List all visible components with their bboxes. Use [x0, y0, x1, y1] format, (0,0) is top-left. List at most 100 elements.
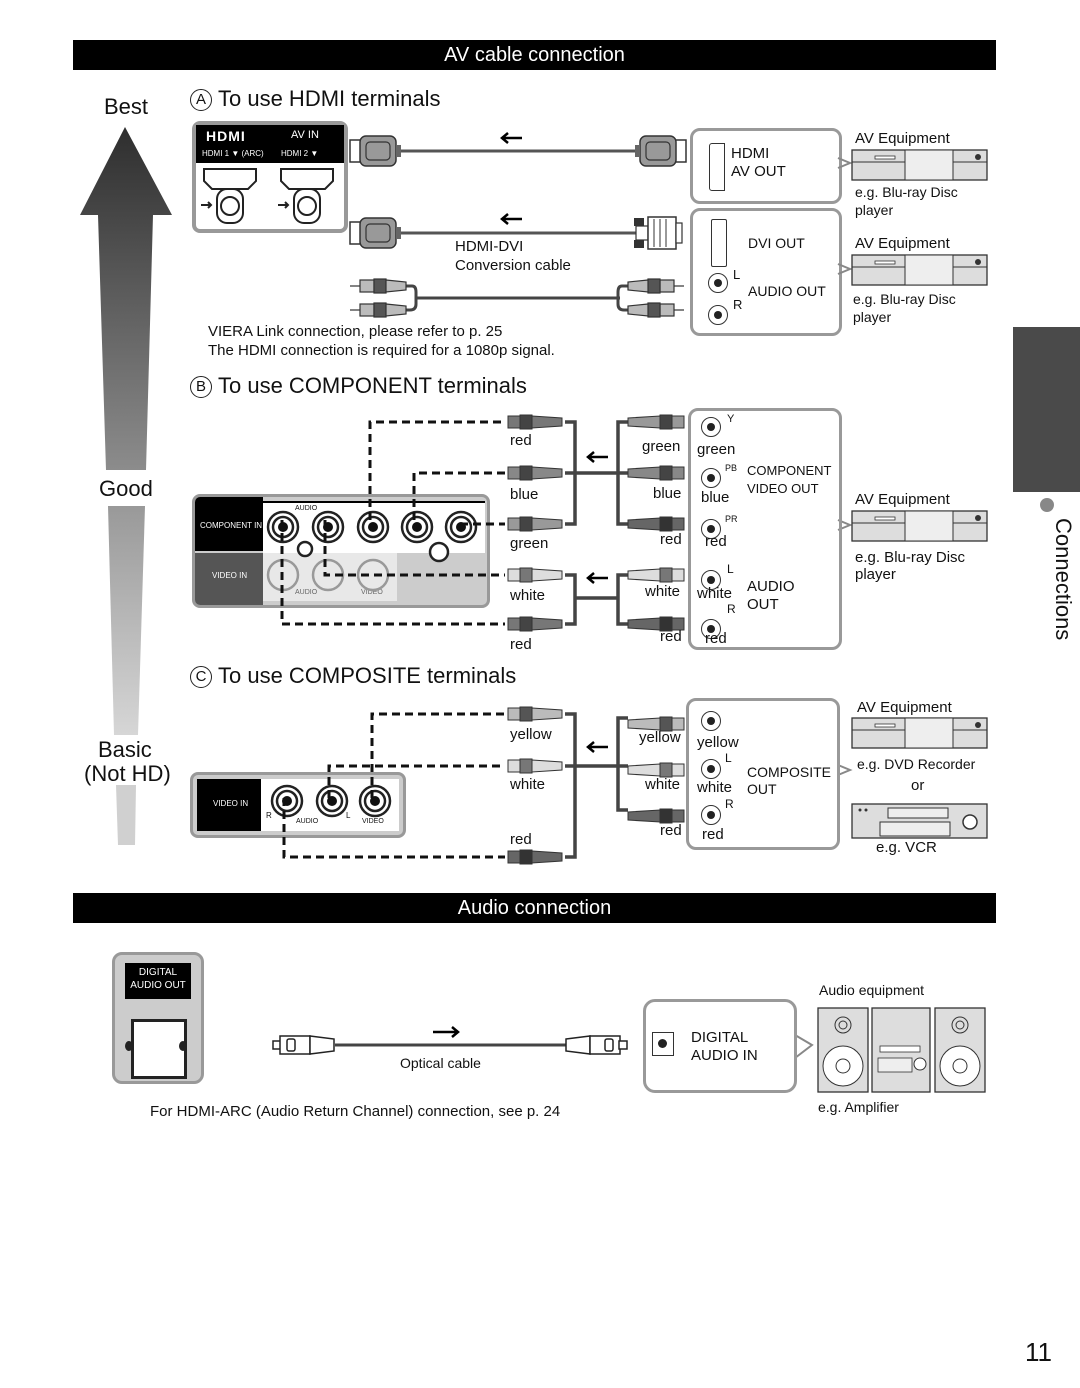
equip-c-title: AV Equipment — [857, 699, 952, 716]
tv-component-panel: COMPONENT IN VIDEO IN AUDIO AUDIO VIDEO — [192, 494, 490, 608]
c-right-label: white — [645, 776, 681, 793]
direction-arrow-icon — [500, 132, 522, 144]
arrow-tail-segment — [116, 785, 136, 845]
direction-arrow-icon — [500, 213, 522, 225]
not-hd-label: (Not HD) — [84, 761, 171, 786]
hdmi2-port-icon — [278, 168, 334, 224]
pb-jack-icon — [701, 468, 721, 488]
vcr-icon — [851, 803, 988, 839]
b-right-label: red — [660, 628, 682, 645]
y-jack-icon — [701, 417, 721, 437]
dvi-port-icon — [711, 219, 727, 267]
equip-c-or: or — [911, 777, 925, 794]
equip-b-title: AV Equipment — [855, 491, 950, 508]
section-c-title: C To use COMPOSITE terminals — [190, 663, 516, 689]
audio-l-jack-icon — [701, 759, 721, 779]
section-a-title-text: To use HDMI terminals — [218, 86, 441, 111]
dvi-audio-out-box: DVI OUT L R AUDIO OUT — [690, 208, 842, 336]
digital-label: DIGITAL — [138, 967, 178, 978]
pr-mark: PR — [725, 514, 738, 524]
jack-label: red — [705, 533, 727, 550]
jack-label: green — [697, 441, 736, 458]
b-right-label: green — [642, 438, 681, 455]
composite-label: COMPOSITE — [747, 764, 832, 780]
section-c-title-text: To use COMPOSITE terminals — [218, 663, 517, 688]
section-a-title: A To use HDMI terminals — [190, 86, 441, 112]
direction-arrow-icon — [433, 1026, 460, 1038]
audio-equipment-title: Audio equipment — [819, 982, 925, 998]
l-mark: L — [725, 751, 732, 765]
pb-mark: PB — [725, 463, 738, 473]
equip-c-eg2: e.g. VCR — [876, 839, 937, 856]
tv-composite-panel: VIDEO IN AUDIO VIDEO R L — [190, 772, 406, 838]
jack-label: yellow — [697, 734, 739, 751]
av-out-label: AV OUT — [731, 163, 786, 180]
b-left-label: white — [510, 587, 546, 604]
audio-l-jack-icon — [708, 273, 728, 293]
audio-out-label: AUDIO OUT — [130, 980, 186, 991]
c-left-label: white — [510, 776, 546, 793]
audio-in-label: AUDIO IN — [691, 1047, 758, 1064]
jack-label: blue — [701, 489, 730, 506]
arrow-head — [80, 127, 172, 470]
component-out-box: Y PB PR L R green blue red white red COM… — [688, 408, 842, 650]
direction-arrow-icon — [586, 741, 608, 753]
digital-label: DIGITAL — [691, 1029, 749, 1046]
hdmi-cable — [349, 132, 687, 167]
out-label: OUT — [747, 596, 779, 613]
letter-c-badge: C — [190, 666, 212, 688]
b-right-label: white — [645, 583, 681, 600]
b-left-label: red — [510, 636, 532, 653]
b-left-label: red — [510, 432, 532, 449]
dvi-out-label: DVI OUT — [748, 235, 805, 251]
b-left-label: green — [510, 535, 549, 552]
optical-cable-label: Optical cable — [400, 1055, 481, 1071]
direction-arrow-icon — [586, 451, 608, 463]
av-cable-connection-header: AV cable connection — [73, 40, 996, 70]
quality-scale-arrow — [80, 127, 172, 845]
b-left-label: blue — [510, 486, 539, 503]
arrow-mid-segment — [108, 506, 145, 735]
video-jack-icon — [701, 711, 721, 731]
equipment-illustrations — [794, 149, 988, 1093]
letter-b-badge: B — [190, 376, 212, 398]
audio-r-jack-icon — [708, 305, 728, 325]
optical-port-icon — [131, 1019, 187, 1079]
blu-ray-player-icon-2 — [837, 254, 988, 286]
hdmi-arc-note: For HDMI-ARC (Audio Return Channel) conn… — [150, 1103, 561, 1120]
c-right-label: red — [660, 822, 682, 839]
blu-ray-player-icon-3 — [837, 510, 988, 542]
c-left-label: red — [510, 831, 532, 848]
y-mark: Y — [727, 413, 735, 425]
letter-a-badge: A — [190, 89, 212, 111]
composite-out-box: L R yellow white red COMPOSITE OUT — [686, 698, 840, 850]
direction-arrow-icon — [586, 572, 608, 584]
component-label: COMPONENT — [747, 463, 832, 478]
equip-a2-eg: e.g. Blu-ray Disc — [853, 291, 956, 307]
audio-r-jack-icon — [701, 805, 721, 825]
equip-a2-eg2: player — [853, 309, 892, 325]
equip-a1-eg: e.g. Blu-ray Disc — [855, 184, 958, 200]
audio-rca-cable — [350, 278, 684, 318]
conversion-cable-label: Conversion cable — [455, 257, 571, 274]
tv-hdmi-panel: HDMI AV IN HDMI 1 ▼ (ARC) HDMI 2 ▼ — [192, 121, 348, 233]
video-out-label: VIDEO OUT — [747, 481, 819, 496]
side-tab-label: Connections — [1051, 518, 1076, 641]
audio-label: AUDIO — [747, 578, 795, 595]
basic-label: Basic — [98, 737, 152, 762]
b-right-label: blue — [653, 485, 682, 502]
tv-digital-audio-out-panel: DIGITAL AUDIO OUT — [112, 952, 204, 1084]
section-b-title: B To use COMPONENT terminals — [190, 373, 527, 399]
hdmi-av-out-box: HDMI AV OUT — [690, 128, 842, 204]
audio-system-icon — [794, 1007, 986, 1093]
c-right-label: yellow — [639, 729, 681, 746]
section-a-cables — [349, 132, 687, 318]
jack-label: red — [702, 826, 724, 843]
hdmi-port-icon — [709, 143, 725, 191]
r-mark: R — [733, 297, 743, 312]
optical-in-port-icon — [652, 1032, 674, 1056]
digital-audio-in-box: DIGITAL AUDIO IN — [643, 999, 797, 1093]
equip-a1-eg2: player — [855, 202, 894, 218]
optical-cable — [272, 1026, 628, 1055]
hdmi-1080p-note: The HDMI connection is required for a 10… — [208, 342, 555, 359]
